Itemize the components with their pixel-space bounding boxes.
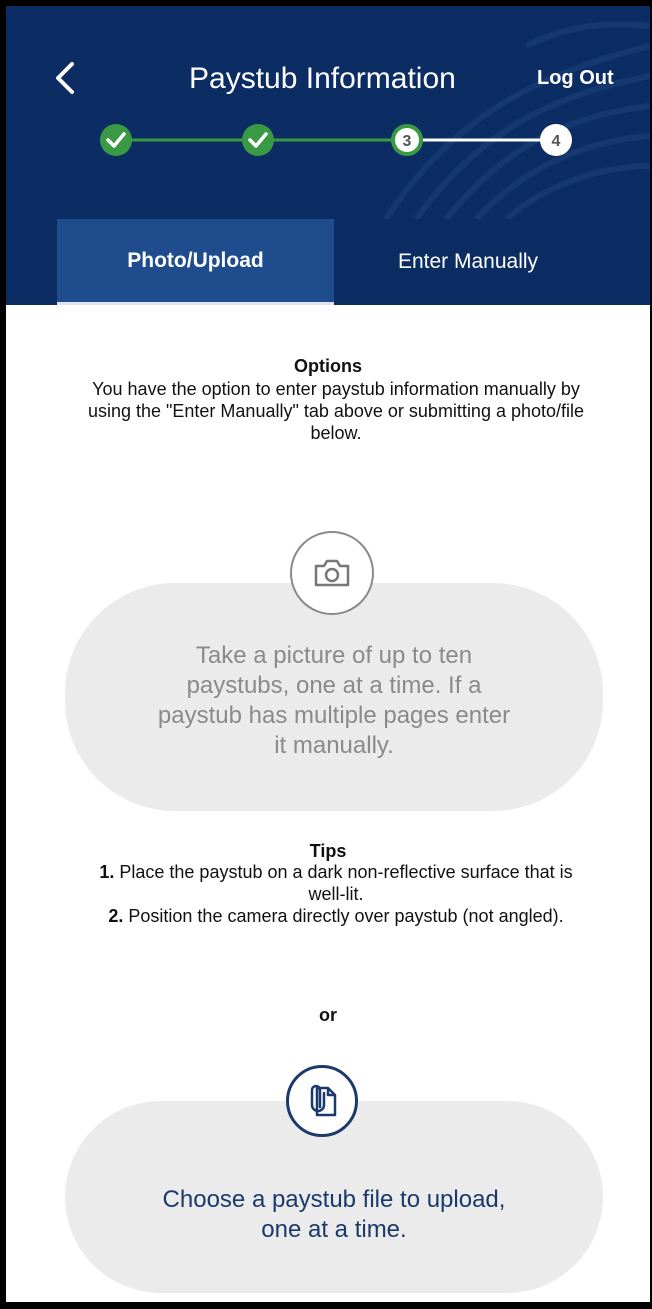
step-2-complete: [242, 124, 274, 156]
header-watermark: [383, 21, 650, 219]
step-1-complete: [100, 124, 132, 156]
options-description: You have the option to enter paystub inf…: [87, 379, 585, 443]
upload-file-icon-button[interactable]: [286, 1065, 358, 1137]
tab-enter-manually[interactable]: Enter Manually: [334, 219, 602, 305]
camera-button[interactable]: [290, 531, 374, 615]
take-photo-button[interactable]: Take a picture of up to ten paystubs, on…: [65, 583, 603, 811]
take-photo-text: Take a picture of up to ten paystubs, on…: [157, 642, 511, 759]
step-4-label: 4: [552, 133, 561, 150]
page-title: Paystub Information: [189, 62, 456, 95]
upload-file-text: Choose a paystub file to upload, one at …: [162, 1186, 506, 1243]
paperclip-file-icon: [310, 1084, 337, 1117]
tip-item: 1. Place the paystub on a dark non-refle…: [86, 861, 586, 905]
app-frame: Paystub Information Log Out 3 4 Photo/Up…: [6, 6, 650, 1302]
camera-icon: [314, 559, 350, 587]
logout-button[interactable]: Log Out: [537, 67, 614, 90]
step-3-label: 3: [403, 133, 412, 150]
back-button[interactable]: [50, 58, 78, 98]
options-heading: Options: [294, 356, 362, 376]
or-separator: or: [319, 1005, 337, 1025]
tip-text: Position the camera directly over paystu…: [123, 906, 564, 926]
step-4-upcoming: 4: [540, 124, 572, 156]
tip-number: 1.: [99, 862, 115, 882]
tips-list: 1. Place the paystub on a dark non-refle…: [86, 861, 586, 927]
tab-photo-upload[interactable]: Photo/Upload: [57, 219, 334, 305]
tip-text: Place the paystub on a dark non-reflecti…: [114, 862, 573, 904]
progress-stepper: 3 4: [100, 124, 572, 156]
tab-bar: Photo/Upload Enter Manually: [6, 219, 650, 305]
tip-number: 2.: [108, 906, 124, 926]
tips-heading: Tips: [309, 841, 347, 861]
app-header: Paystub Information Log Out 3 4: [6, 6, 650, 219]
step-3-current: 3: [391, 124, 423, 156]
tip-item: 2. Position the camera directly over pay…: [86, 905, 586, 927]
